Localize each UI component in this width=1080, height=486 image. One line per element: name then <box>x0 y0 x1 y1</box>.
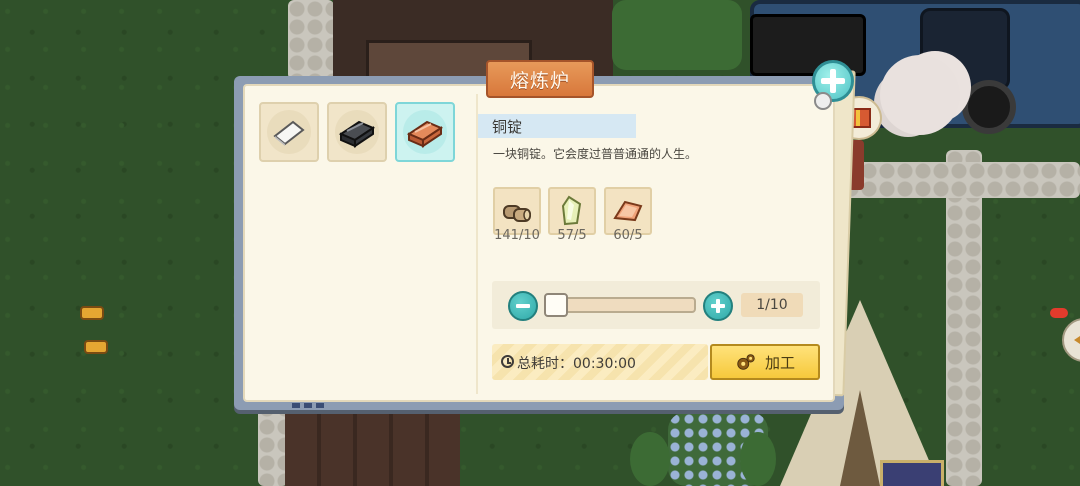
round-bush <box>630 432 670 486</box>
recipe-slot-iron-ingot[interactable] <box>327 102 387 162</box>
white-tree <box>880 55 960 135</box>
minus-icon <box>516 304 530 308</box>
recipe-slot-iron-sheet[interactable] <box>259 102 319 162</box>
increase-button[interactable] <box>703 291 733 321</box>
hedge <box>612 0 742 70</box>
crystal-shard-icon <box>561 195 582 226</box>
stone-path <box>258 400 288 486</box>
quantity-readout: 1/10 <box>741 293 803 317</box>
side-expand-arrow-icon[interactable] <box>1062 318 1080 362</box>
copper-ingot-icon <box>406 120 444 148</box>
stone-path <box>842 162 1080 198</box>
panel-divider <box>476 94 478 394</box>
material-count: 57/5 <box>557 228 587 243</box>
stone-path <box>288 0 334 80</box>
close-ring-icon <box>814 92 832 110</box>
time-value: 00:30:00 <box>573 356 636 372</box>
material-count: 141/10 <box>494 228 540 243</box>
time-label: 总耗时： <box>517 356 573 372</box>
wood-log-icon <box>503 205 531 222</box>
iron-ingot-icon <box>338 120 376 148</box>
process-button-label: 加工 <box>764 353 795 372</box>
copper-ore-icon <box>613 200 643 222</box>
item-description: 一块铜锭。它会度过普普通通的人生。 <box>493 147 698 161</box>
gear-icon <box>737 354 755 370</box>
farm-soil <box>285 405 460 486</box>
stone-path <box>946 150 982 486</box>
ground-marker <box>80 306 104 320</box>
plus-icon <box>711 299 725 313</box>
round-bush <box>740 432 776 486</box>
recipe-slot-copper-ingot[interactable] <box>395 102 455 162</box>
notification-dot <box>1050 308 1068 318</box>
total-time: 总耗时：00:30:00 <box>517 353 636 373</box>
quantity-slider[interactable] <box>546 297 696 313</box>
truck-wheel <box>962 80 1016 134</box>
item-name: 铜锭 <box>478 114 636 138</box>
recipe-list <box>252 94 470 394</box>
ground-marker <box>84 340 108 354</box>
silver-sheet-icon <box>273 120 305 146</box>
process-button[interactable]: 加工 <box>710 344 820 380</box>
clock-icon <box>501 355 514 368</box>
frame-decoration <box>292 403 328 408</box>
material-count: 60/5 <box>613 228 643 243</box>
close-plus-icon <box>821 69 845 93</box>
bottom-card[interactable] <box>880 460 944 486</box>
slider-thumb[interactable] <box>544 293 568 317</box>
decrease-button[interactable] <box>508 291 538 321</box>
dialog-title: 熔炼炉 <box>486 60 594 98</box>
